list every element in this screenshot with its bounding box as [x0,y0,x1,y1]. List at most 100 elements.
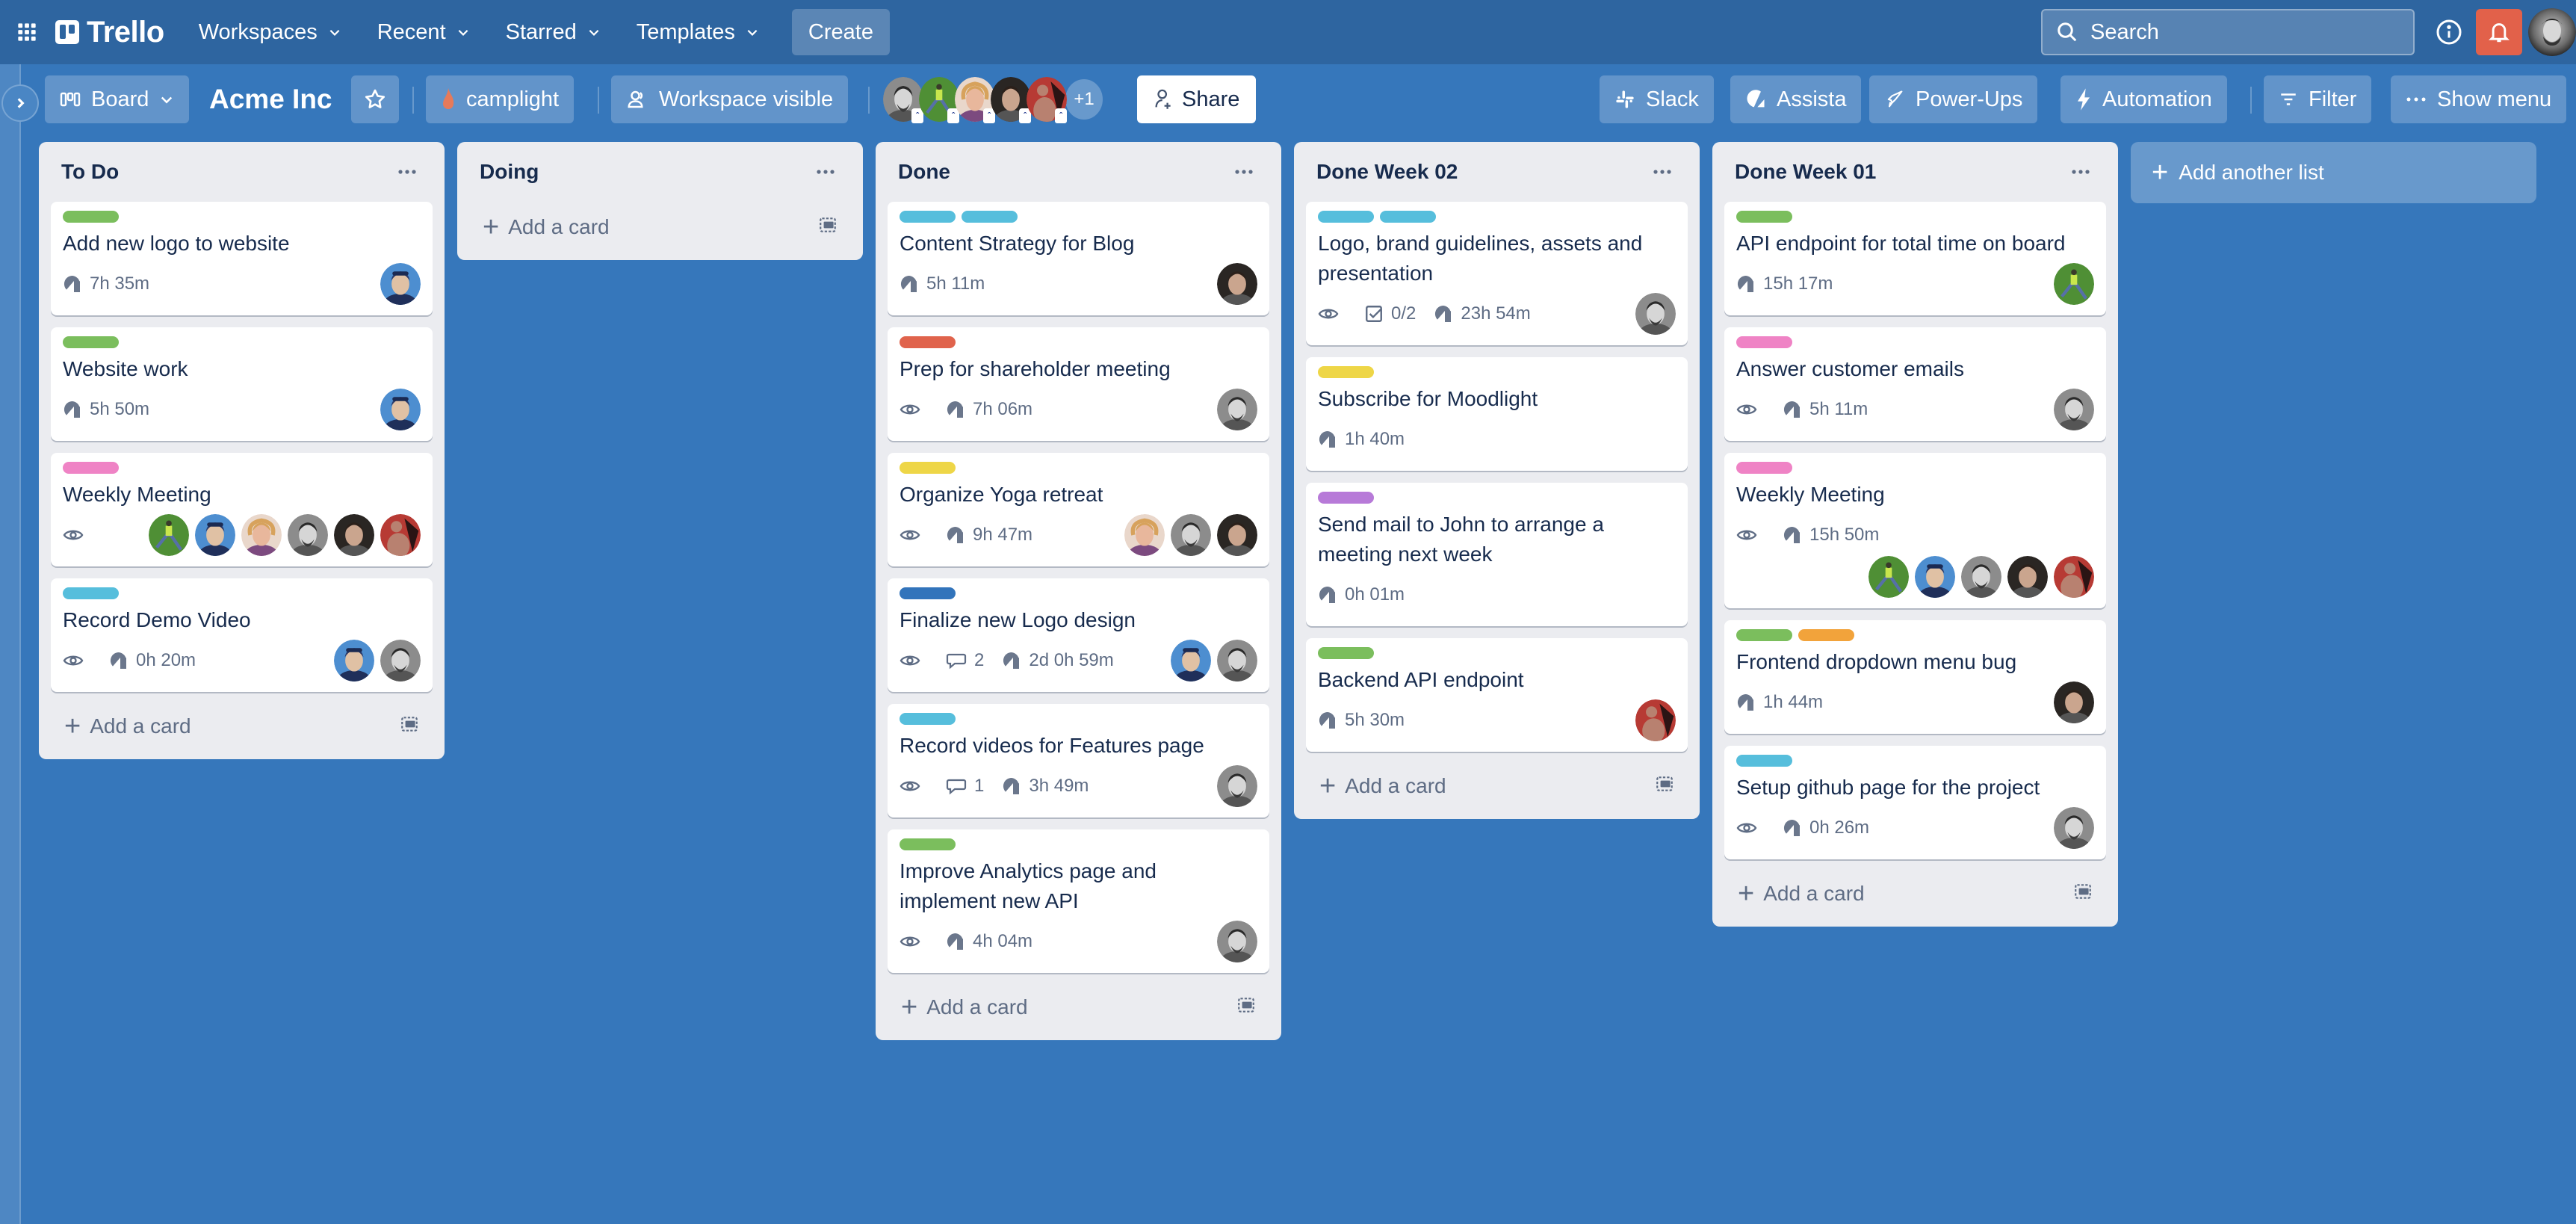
card-label[interactable] [63,336,119,348]
card-member-avatar[interactable] [2054,807,2094,849]
list-menu-button[interactable] [1229,157,1259,187]
search-input[interactable] [2090,19,2389,45]
card[interactable]: Content Strategy for Blog 5h 11m [888,202,1269,315]
notifications-button[interactable] [2476,9,2522,55]
add-list-button[interactable]: + Add another list [2131,142,2536,203]
card-label[interactable] [900,336,956,348]
list-title[interactable]: Done Week 02 [1316,160,1458,184]
card-label[interactable] [962,211,1018,223]
card-label[interactable] [63,587,119,599]
card-member-avatar[interactable] [2054,556,2094,598]
card-member-avatar[interactable] [2054,681,2094,723]
card-member-avatar[interactable] [380,514,421,556]
create-button[interactable]: Create [791,9,890,55]
add-card-button[interactable]: + Add a card [469,205,851,250]
create-from-template-button[interactable] [818,215,837,240]
card-member-avatar[interactable] [1217,263,1257,305]
card-member-avatar[interactable] [1915,556,1955,598]
more-members-button[interactable]: +1 [1065,79,1103,120]
card-label[interactable] [1736,755,1792,767]
member-avatar[interactable]: ˆ [1027,77,1067,123]
card[interactable]: Weekly Meeting 15h 50m [1724,453,2106,608]
card[interactable]: Subscribe for Moodlight 1h 40m [1306,357,1688,471]
apps-grid-icon[interactable] [12,17,42,47]
card[interactable]: Weekly Meeting [51,453,433,566]
card[interactable]: Finalize new Logo design 2 2d 0h 59m [888,578,1269,692]
list-title[interactable]: Done [898,160,950,184]
card-label[interactable] [63,462,119,474]
starred-menu[interactable]: Starred [492,10,614,55]
card-label[interactable] [900,587,956,599]
card-member-avatar[interactable] [241,514,282,556]
card-member-avatar[interactable] [288,514,328,556]
automation-button[interactable]: Automation [2061,75,2227,123]
card-label[interactable] [1736,336,1792,348]
add-card-button[interactable]: + Add a card [1306,764,1688,809]
list-menu-button[interactable] [1647,157,1677,187]
list-title[interactable]: Done Week 01 [1735,160,1876,184]
card-label[interactable] [1318,366,1374,378]
card[interactable]: API endpoint for total time on board 15h… [1724,202,2106,315]
show-menu-button[interactable]: Show menu [2391,75,2567,123]
search-box[interactable] [2041,9,2415,55]
member-avatar[interactable]: ˆ [991,77,1031,123]
slack-button[interactable]: Slack [1600,75,1714,123]
card-member-avatar[interactable] [1171,514,1211,556]
info-button[interactable] [2430,9,2468,55]
expand-sidebar-button[interactable] [1,84,39,122]
board-members[interactable]: ˆ ˆ ˆ ˆ ˆ +1 [883,77,1103,123]
card-member-avatar[interactable] [1217,921,1257,962]
card-member-avatar[interactable] [1868,556,1909,598]
card-label[interactable] [900,462,956,474]
card-member-avatar[interactable] [1635,699,1676,741]
card-member-avatar[interactable] [1217,514,1257,556]
card[interactable]: Backend API endpoint 5h 30m [1306,638,1688,752]
card-label[interactable] [63,211,119,223]
workspaces-menu[interactable]: Workspaces [185,10,355,55]
card-label[interactable] [1318,211,1374,223]
member-avatar[interactable]: ˆ [955,77,995,123]
list-menu-button[interactable] [2066,157,2096,187]
add-card-button[interactable]: + Add a card [1724,871,2106,916]
card[interactable]: Website work 5h 50m [51,327,433,441]
card-member-avatar[interactable] [380,640,421,681]
assista-button[interactable]: Assista [1730,75,1862,123]
card-member-avatar[interactable] [1635,293,1676,335]
create-from-template-button[interactable] [2073,882,2093,906]
star-board-button[interactable] [351,75,399,123]
card-member-avatar[interactable] [380,263,421,305]
card-member-avatar[interactable] [1124,514,1165,556]
card-member-avatar[interactable] [334,514,374,556]
card[interactable]: Setup github page for the project 0h 26m [1724,746,2106,859]
card[interactable]: Add new logo to website 7h 35m [51,202,433,315]
list-title[interactable]: Doing [480,160,539,184]
card[interactable]: Frontend dropdown menu bug 1h 44m [1724,620,2106,734]
card-label[interactable] [900,211,956,223]
view-switcher-button[interactable]: Board [45,75,190,123]
card-member-avatar[interactable] [195,514,235,556]
templates-menu[interactable]: Templates [623,10,773,55]
card[interactable]: Answer customer emails 5h 11m [1724,327,2106,441]
card-label[interactable] [1318,492,1374,504]
member-avatar[interactable]: ˆ [919,77,959,123]
card-label[interactable] [1736,211,1792,223]
card-label[interactable] [900,838,956,850]
card[interactable]: Record videos for Features page 1 3h 49m [888,704,1269,817]
add-card-button[interactable]: + Add a card [51,704,433,749]
share-button[interactable]: Share [1137,75,1257,123]
card-member-avatar[interactable] [380,389,421,430]
user-avatar[interactable] [2528,8,2576,56]
card-member-avatar[interactable] [334,640,374,681]
card-member-avatar[interactable] [1961,556,2001,598]
card-member-avatar[interactable] [1217,765,1257,807]
workspace-button[interactable]: camplight [426,75,575,123]
card-member-avatar[interactable] [149,514,189,556]
card-member-avatar[interactable] [1171,640,1211,681]
card-member-avatar[interactable] [2054,389,2094,430]
create-from-template-button[interactable] [1236,995,1256,1020]
member-avatar[interactable]: ˆ [883,77,923,123]
card[interactable]: Record Demo Video 0h 20m [51,578,433,692]
card-label[interactable] [1736,462,1792,474]
create-from-template-button[interactable] [400,714,419,739]
add-card-button[interactable]: + Add a card [888,985,1269,1030]
